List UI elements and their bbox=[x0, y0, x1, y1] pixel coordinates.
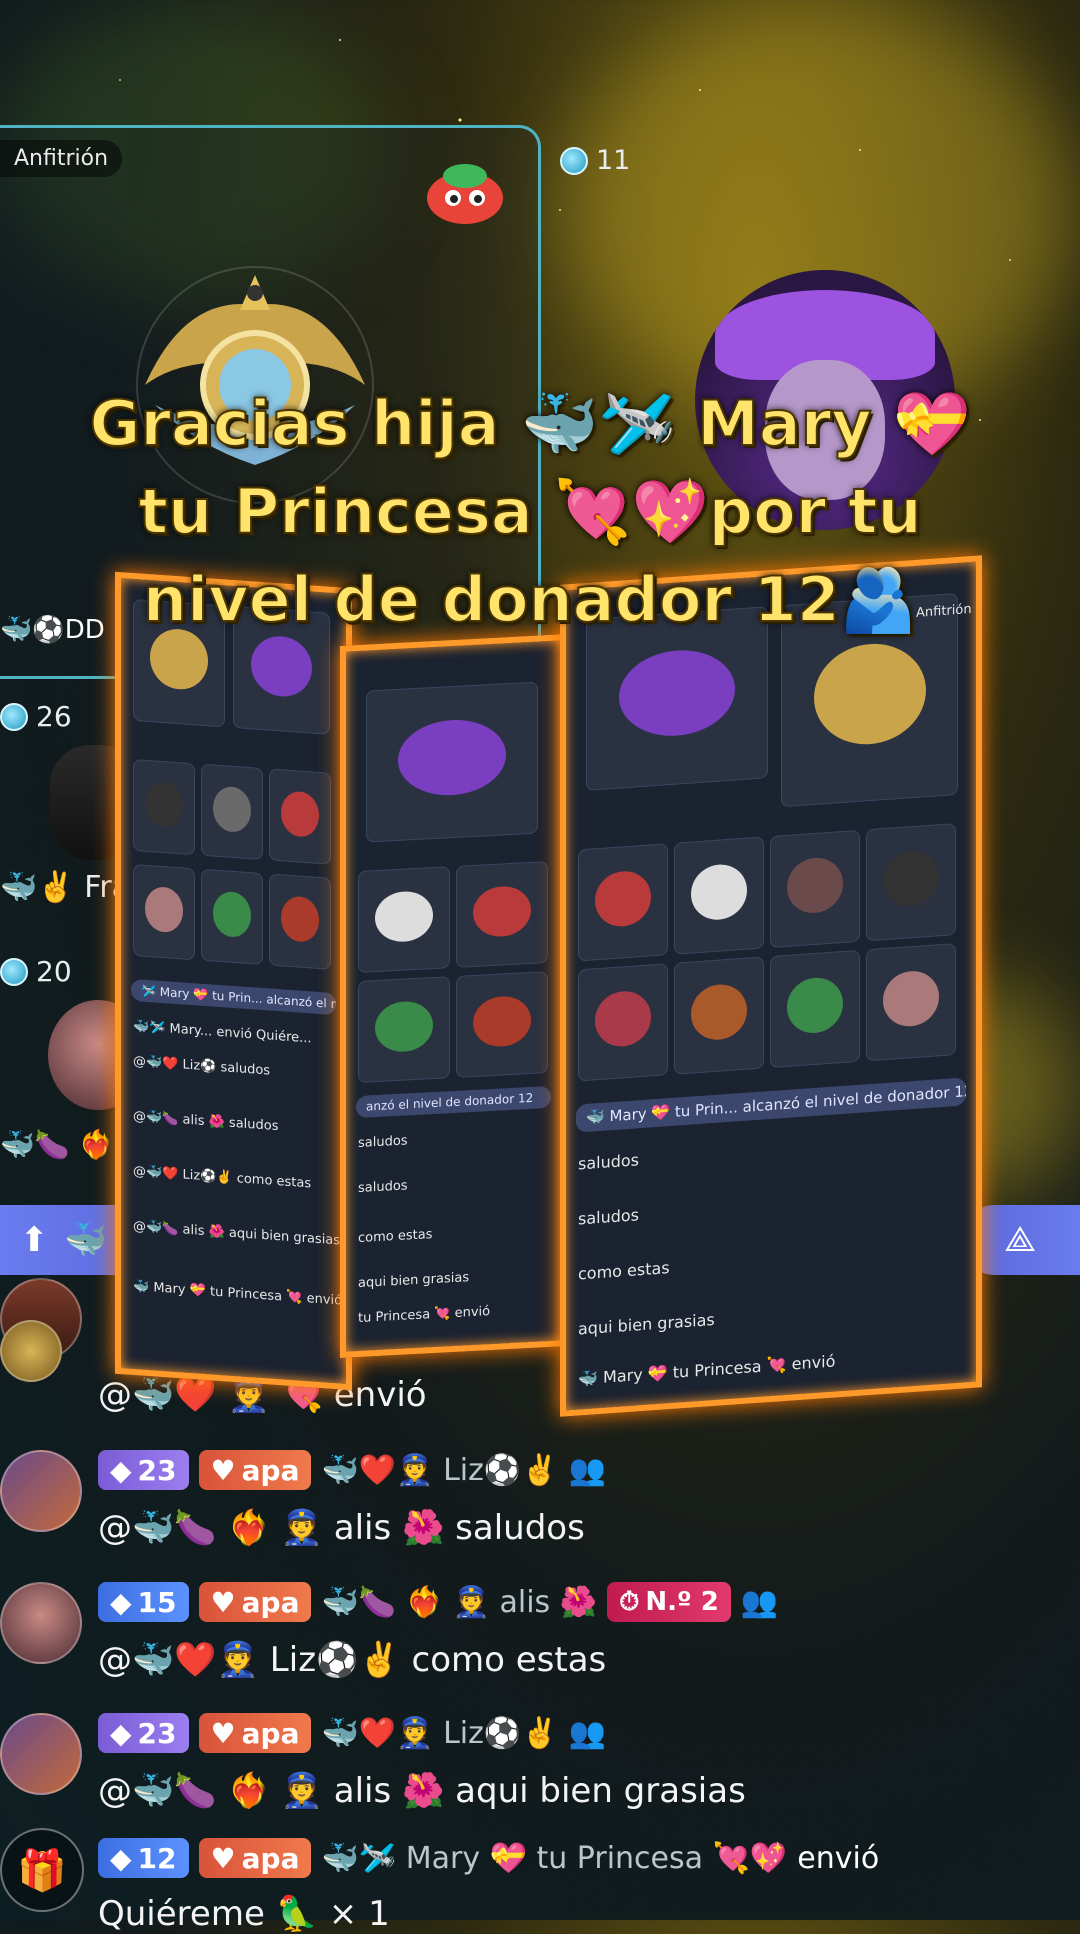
chat-username[interactable]: 🐳❤️👮 Liz⚽✌️ bbox=[321, 1716, 558, 1751]
gift-action-text: envió bbox=[797, 1840, 880, 1876]
cube-right-face: Anfitrión 🐳 Mary 💝 tu Prin... alcanzó el… bbox=[560, 555, 982, 1417]
mini-chat-line: @🐳🍆 alis 🌺 saludos bbox=[133, 1108, 279, 1135]
mini-seat-cell bbox=[456, 861, 548, 968]
diamond-icon: ◆ bbox=[110, 1585, 132, 1619]
seat-icons-left-2: 🐳🍆 ❤️‍🔥 bbox=[0, 1128, 114, 1161]
mini-chat-line: saludos bbox=[578, 1205, 640, 1229]
diamond-icon: ◆ bbox=[110, 1716, 132, 1750]
chat-avatar-emblem[interactable] bbox=[0, 1320, 62, 1382]
cube-middle-face: anzó el nivel de donador 12 saludos salu… bbox=[340, 634, 567, 1358]
chat-message: ◆ 15 ♥ apa 🐳🍆 ❤️‍🔥 👮 alis 🌺 ⏱ N.º 2 👥 @🐳❤️👮… bbox=[0, 1582, 1080, 1692]
mini-seat-cell bbox=[674, 956, 764, 1075]
mini-chat-line: @🐳🍆 alis 🌺 aqui bien grasias bbox=[133, 1218, 341, 1249]
heart-badge-icon: ♥ bbox=[210, 1453, 236, 1487]
mini-chat-line: como estas bbox=[358, 1227, 433, 1247]
mini-seat-cell bbox=[133, 758, 195, 856]
seat-counter-left-2: 20 bbox=[0, 955, 72, 988]
group-icon: 👥 bbox=[568, 1452, 606, 1488]
group-icon: 👥 bbox=[740, 1584, 779, 1620]
strawberry-badge-icon bbox=[427, 164, 503, 224]
heart-badge-icon: ♥ bbox=[210, 1585, 236, 1619]
mini-level-banner: anzó el nivel de donador 12 bbox=[356, 1085, 551, 1119]
chat-message-text: @🐳❤️👮 Liz⚽✌️ como estas bbox=[98, 1640, 607, 1680]
mini-seat-cell bbox=[269, 768, 331, 865]
mini-seat-cell bbox=[201, 868, 263, 966]
chat-message: ◆ 23 ♥ apa 🐳❤️👮 Liz⚽✌️ 👥 @🐳🍆 ❤️‍🔥 👮 alis 🌺… bbox=[0, 1450, 1080, 1560]
mini-chat-line: saludos bbox=[358, 1178, 408, 1197]
mini-chat-line: saludos bbox=[358, 1133, 408, 1152]
caption-line-3: nivel de donador 12🫂 bbox=[142, 562, 918, 637]
chat-username[interactable]: 🐳🍆 ❤️‍🔥 👮 alis 🌺 bbox=[321, 1585, 597, 1620]
chat-message: ◆ 23 ♥ apa 🐳❤️👮 Liz⚽✌️ 👥 @🐳🍆 ❤️‍🔥 👮 alis 🌺… bbox=[0, 1713, 1080, 1823]
mini-chat-line: 🐳 Mary 💝 tu Princesa 💘 envió bbox=[578, 1351, 836, 1389]
whale-emoji: 🐳 bbox=[64, 1220, 107, 1260]
mini-seat-cell bbox=[269, 873, 331, 970]
gift-description: Quiéreme 🦜 × 1 bbox=[98, 1894, 390, 1934]
group-icon: 👥 bbox=[568, 1715, 606, 1751]
fan-badge: ♥ apa bbox=[198, 1582, 312, 1622]
chat-message-text: @🐳🍆 ❤️‍🔥 👮 alis 🌺 saludos bbox=[98, 1508, 585, 1548]
seat-name-left-1: 🐳✌️ Fra bbox=[0, 870, 131, 905]
mini-chat-line: aqui bien grasias bbox=[578, 1309, 715, 1339]
seat-counter-left-1: 26 bbox=[0, 700, 72, 733]
mini-seat-cell bbox=[770, 829, 860, 949]
mini-seat-cell bbox=[358, 866, 450, 974]
level-badge: ◆ 23 bbox=[98, 1713, 189, 1753]
mini-level-banner: 🐳 Mary 💝 tu Prin... alcanzó el nivel de … bbox=[576, 1077, 966, 1133]
mini-level-banner: 🛩️ Mary 💝 tu Prin... alcanzó el nivel de… bbox=[131, 978, 336, 1016]
cube-collage-overlay: 🛩️ Mary 💝 tu Prin... alcanzó el nivel de… bbox=[115, 555, 985, 1430]
mini-chat-line: saludos bbox=[578, 1150, 640, 1174]
chat-username[interactable]: 🐳🛩️ Mary 💝 tu Princesa 💘💖 bbox=[321, 1841, 787, 1876]
fan-badge: ♥ apa bbox=[198, 1838, 312, 1878]
mini-seat-cell bbox=[578, 843, 668, 962]
mini-chat-line: 🐳 Mary 💝 tu Princesa 💘 envió bbox=[133, 1278, 343, 1309]
fan-badge: ♥ apa bbox=[198, 1713, 312, 1753]
fan-badge: ♥ apa bbox=[198, 1450, 312, 1490]
chat-avatar[interactable] bbox=[0, 1450, 82, 1532]
chat-message-text: @🐳🍆 ❤️‍🔥 👮 alis 🌺 aqui bien grasias bbox=[98, 1771, 746, 1811]
mini-chat-line: @🐳❤️ Liz⚽✌️ como estas bbox=[133, 1163, 312, 1192]
caption-line-2: tu Princesa 💘💖por tu bbox=[137, 474, 922, 549]
mini-seat-cell bbox=[358, 976, 450, 1084]
chat-avatar[interactable] bbox=[0, 1582, 82, 1664]
coin-icon bbox=[0, 957, 28, 986]
level-badge: ◆ 23 bbox=[98, 1450, 189, 1490]
diamond-icon: ◆ bbox=[110, 1453, 132, 1487]
heart-badge-icon: ♥ bbox=[210, 1841, 236, 1875]
chat-gift-message: ◆ 12 ♥ apa 🐳🛩️ Mary 💝 tu Princesa 💘💖 envió… bbox=[0, 1838, 1080, 1934]
host-label: Anfitrión bbox=[0, 140, 123, 177]
mini-seat-cell bbox=[578, 963, 668, 1082]
coin-icon bbox=[560, 146, 588, 175]
seat-counter-top-right: 11 bbox=[560, 145, 630, 176]
chat-username[interactable]: 🐳❤️👮 Liz⚽✌️ bbox=[321, 1453, 558, 1488]
rank-badge: ⏱ N.º 2 bbox=[607, 1582, 731, 1622]
cube-left-face: 🛩️ Mary 💝 tu Prin... alcanzó el nivel de… bbox=[115, 571, 352, 1391]
mini-chat-line: tu Princesa 💘 envió bbox=[358, 1304, 491, 1327]
mini-seat-cell bbox=[674, 836, 764, 955]
mini-seat-cell bbox=[456, 971, 548, 1078]
level-badge: ◆ 12 bbox=[98, 1838, 189, 1878]
stopwatch-icon: ⏱ bbox=[619, 1586, 640, 1617]
mini-chat-line: como estas bbox=[578, 1258, 670, 1284]
mini-seat-cell bbox=[201, 763, 263, 861]
level-badge: ◆ 15 bbox=[98, 1582, 189, 1622]
triangle-icon: ⟁ bbox=[1003, 1219, 1037, 1260]
mini-seat-cell bbox=[133, 863, 195, 961]
mini-seat-cell bbox=[866, 943, 956, 1062]
overlay-caption: Gracias hija 🐳🛩️ Mary 💝 tu Princesa 💘💖po… bbox=[60, 380, 1000, 644]
mini-seat-cell bbox=[366, 681, 538, 843]
up-arrow-icon: ⬆ bbox=[20, 1220, 49, 1260]
diamond-icon: ◆ bbox=[110, 1841, 132, 1875]
mini-seat-cell bbox=[866, 823, 956, 942]
caption-line-1: Gracias hija 🐳🛩️ Mary 💝 bbox=[89, 386, 972, 461]
mini-chat-line: aqui bien grasias bbox=[358, 1270, 470, 1292]
heart-badge-icon: ♥ bbox=[210, 1716, 236, 1750]
mini-seat-cell bbox=[770, 949, 860, 1069]
coin-icon bbox=[0, 702, 28, 731]
mini-chat-line: 🐳🛩️ Mary... envió Quiére... bbox=[133, 1018, 312, 1047]
chat-avatar[interactable] bbox=[0, 1713, 82, 1795]
mini-chat-line: @🐳❤️ Liz⚽ saludos bbox=[133, 1053, 271, 1079]
